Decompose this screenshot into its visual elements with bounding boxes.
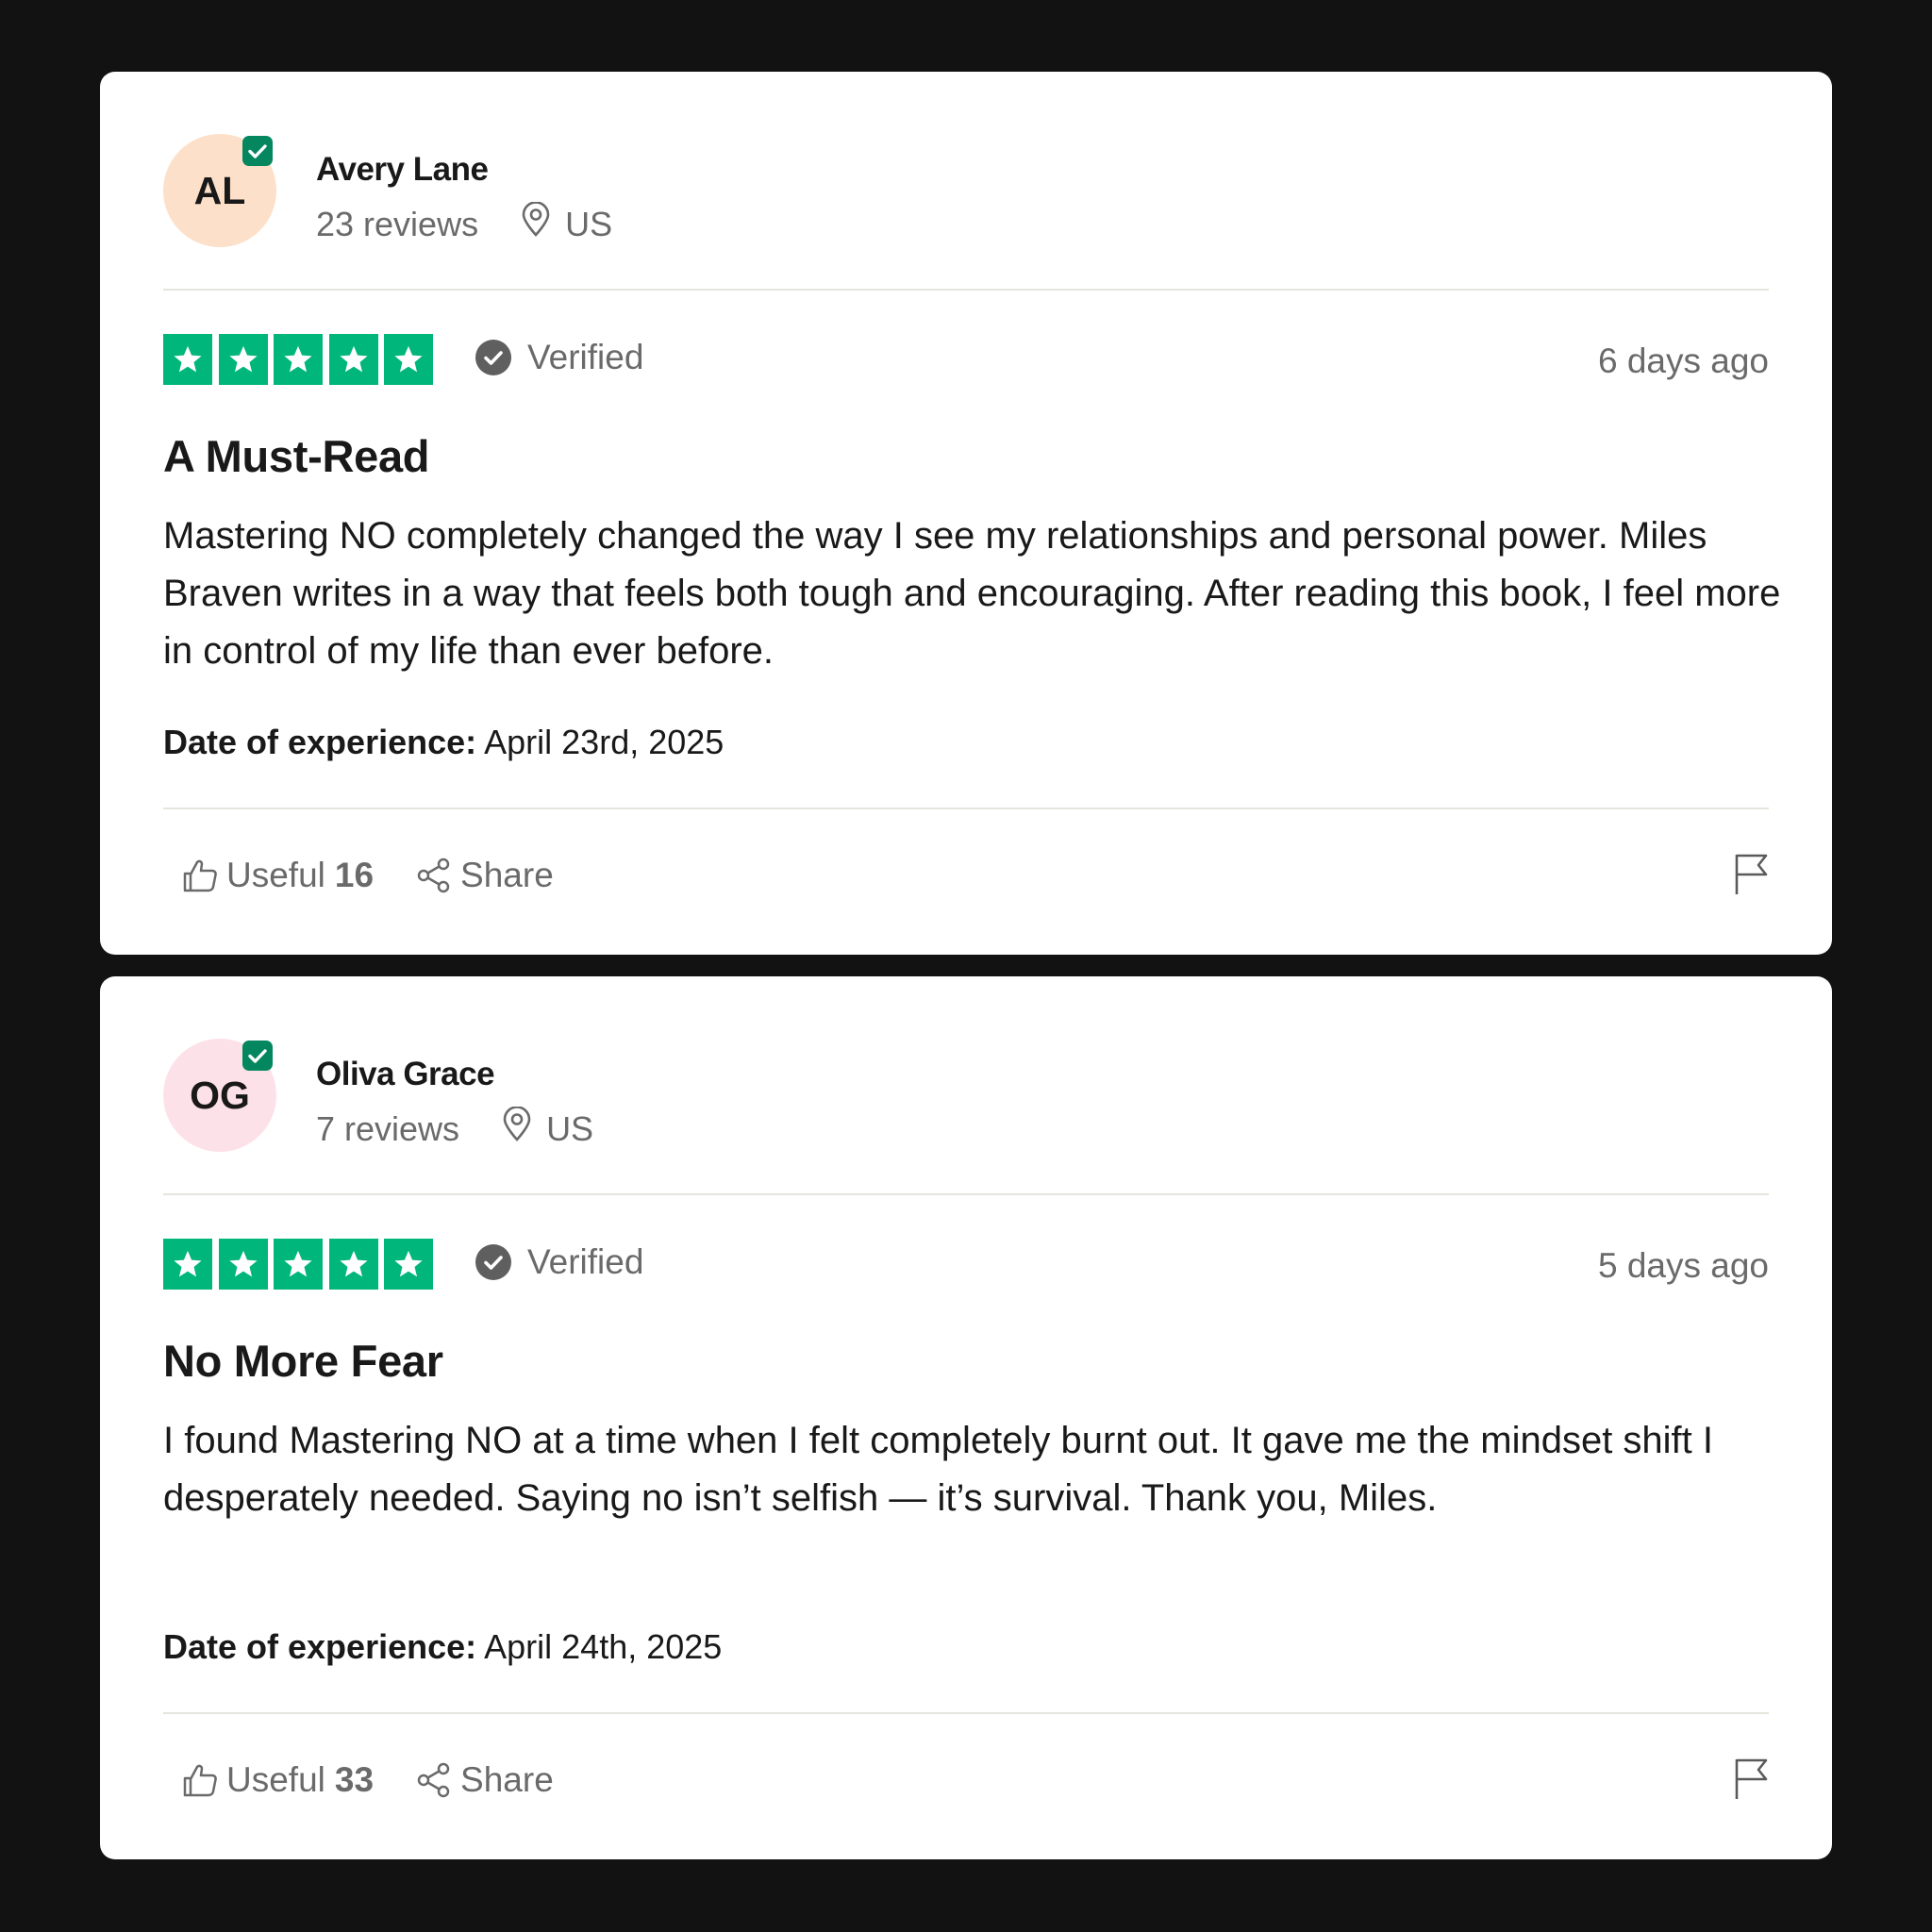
check-circle-icon xyxy=(475,340,511,375)
useful-count: 16 xyxy=(334,856,375,894)
date-of-experience-label: Date of experience: xyxy=(163,723,477,761)
review-title[interactable]: A Must-Read xyxy=(163,430,430,482)
divider xyxy=(163,808,1769,809)
star-icon xyxy=(384,1239,433,1290)
useful-button[interactable]: Useful 33 xyxy=(181,1760,374,1800)
star-rating xyxy=(163,334,433,385)
review-card: OG Oliva Grace 7 reviews US Verified 5 d… xyxy=(100,976,1832,1859)
reviewer-name[interactable]: Avery Lane xyxy=(316,151,489,189)
verified-text: Verified xyxy=(527,1242,644,1281)
star-icon xyxy=(163,1239,212,1290)
location-pin-icon xyxy=(520,201,552,246)
thumbs-up-icon xyxy=(183,859,217,892)
rating-row: Verified 6 days ago xyxy=(163,334,1769,387)
reviewer-name[interactable]: Oliva Grace xyxy=(316,1056,495,1093)
reviewer-header: OG Oliva Grace 7 reviews US xyxy=(163,1039,1767,1152)
review-actions: Useful 16 Share xyxy=(181,847,554,904)
verified-label[interactable]: Verified xyxy=(475,1242,643,1282)
report-flag-icon[interactable] xyxy=(1732,1756,1770,1806)
review-actions: Useful 33 Share xyxy=(181,1752,554,1808)
share-label: Share xyxy=(460,856,554,894)
useful-label: Useful xyxy=(226,856,325,894)
star-icon xyxy=(163,334,212,385)
star-icon xyxy=(218,1239,268,1290)
report-flag-icon[interactable] xyxy=(1732,851,1770,901)
date-of-experience: Date of experience: April 24th, 2025 xyxy=(163,1627,722,1667)
review-time: 6 days ago xyxy=(1597,341,1769,380)
share-icon xyxy=(417,1762,450,1798)
verified-reviewer-badge-icon xyxy=(242,136,273,166)
share-icon xyxy=(417,858,450,893)
date-of-experience-label: Date of experience: xyxy=(163,1627,477,1666)
star-icon xyxy=(328,334,378,385)
reviewer-country: US xyxy=(565,204,613,243)
star-icon xyxy=(384,334,433,385)
divider xyxy=(163,289,1769,291)
star-icon xyxy=(328,1239,378,1290)
star-icon xyxy=(274,334,323,385)
useful-button[interactable]: Useful 16 xyxy=(181,856,374,895)
divider xyxy=(163,1193,1769,1195)
date-of-experience-value: April 24th, 2025 xyxy=(484,1627,723,1666)
star-icon xyxy=(274,1239,323,1290)
useful-count: 33 xyxy=(334,1760,375,1799)
rating-row: Verified 5 days ago xyxy=(163,1239,1769,1291)
review-title[interactable]: No More Fear xyxy=(163,1335,443,1387)
reviewer-country: US xyxy=(546,1108,594,1148)
reviewer-header: AL Avery Lane 23 reviews US xyxy=(163,134,1767,247)
location-pin-icon xyxy=(501,1106,533,1151)
verified-reviewer-badge-icon xyxy=(242,1041,273,1071)
verified-text: Verified xyxy=(527,338,644,376)
review-time: 5 days ago xyxy=(1597,1246,1769,1285)
review-body: Mastering NO completely changed the way … xyxy=(163,515,1781,672)
reviewer-meta: 7 reviews US xyxy=(316,1106,594,1151)
share-button[interactable]: Share xyxy=(415,1760,554,1800)
thumbs-up-icon xyxy=(183,1764,217,1797)
star-rating xyxy=(163,1239,433,1290)
review-count: 7 reviews xyxy=(316,1108,460,1148)
verified-label[interactable]: Verified xyxy=(475,338,643,377)
date-of-experience-value: April 23rd, 2025 xyxy=(484,723,724,761)
useful-label: Useful xyxy=(226,1760,325,1799)
share-button[interactable]: Share xyxy=(415,856,554,895)
reviewer-meta: 23 reviews US xyxy=(316,201,613,246)
share-label: Share xyxy=(460,1760,554,1799)
review-body: I found Mastering NO at a time when I fe… xyxy=(163,1420,1714,1519)
review-count: 23 reviews xyxy=(316,204,479,243)
divider xyxy=(163,1712,1769,1714)
check-circle-icon xyxy=(475,1244,511,1280)
star-icon xyxy=(218,334,268,385)
review-card: AL Avery Lane 23 reviews US Verified 6 d… xyxy=(100,72,1832,955)
date-of-experience: Date of experience: April 23rd, 2025 xyxy=(163,723,724,762)
